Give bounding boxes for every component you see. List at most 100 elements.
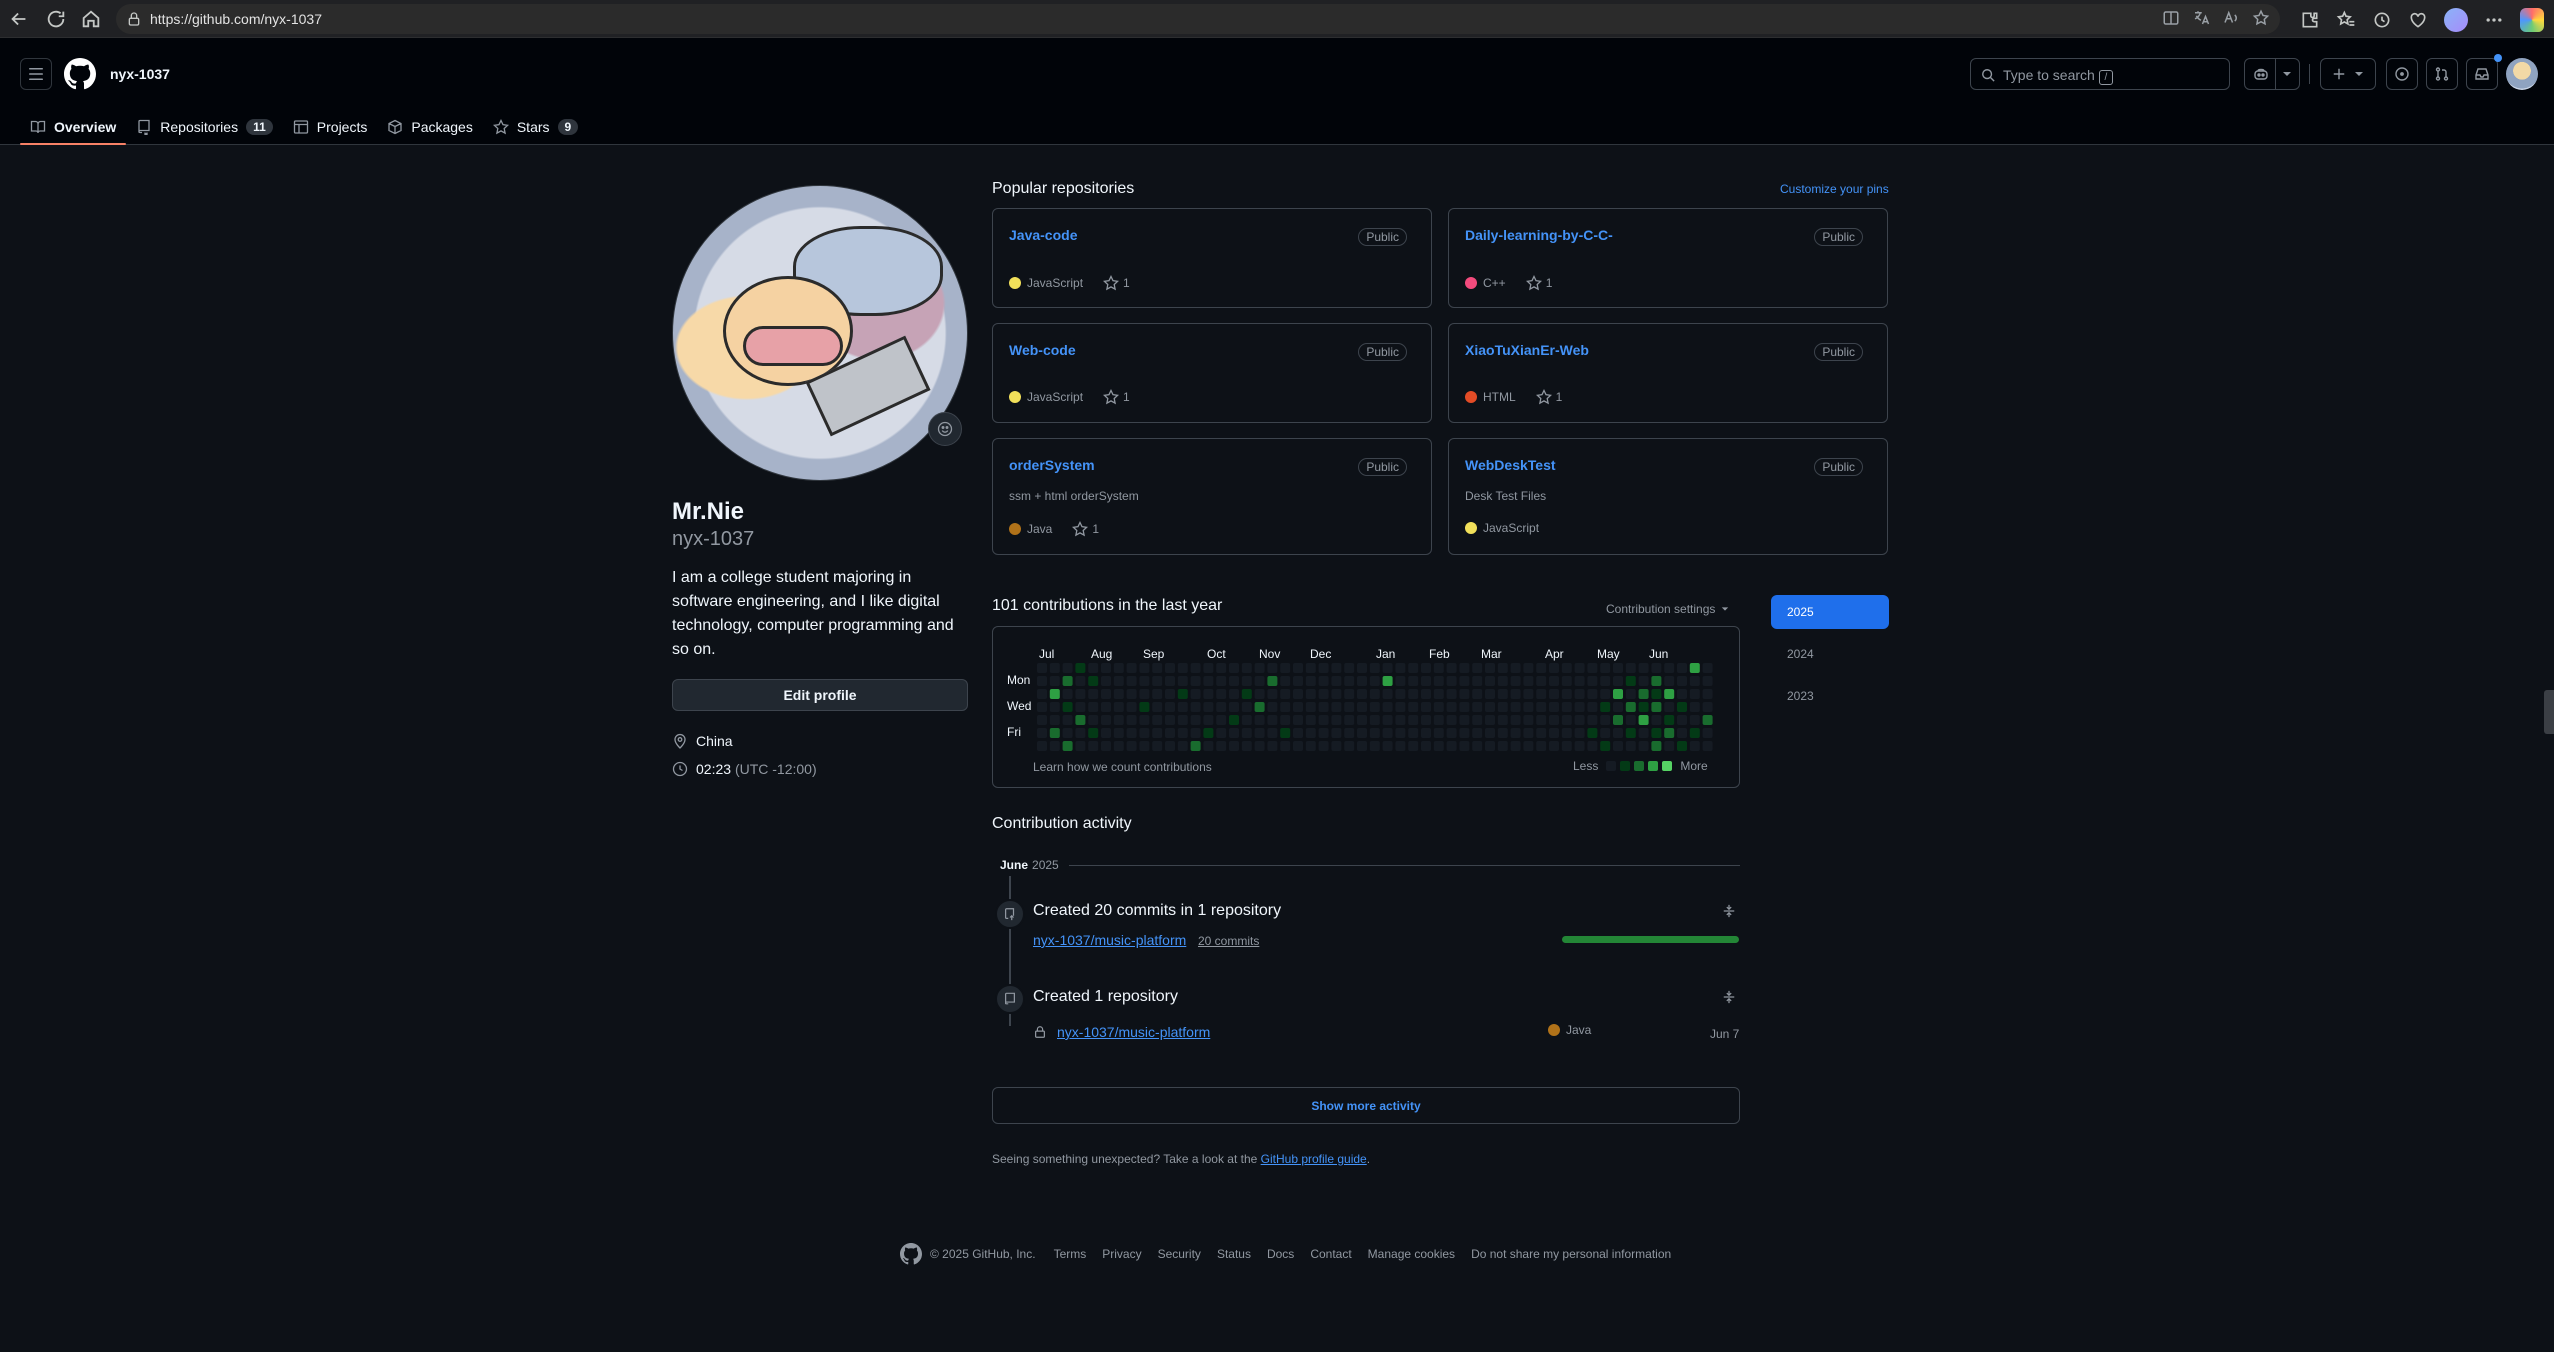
contribution-day[interactable] — [1088, 741, 1099, 751]
contribution-day[interactable] — [1241, 715, 1252, 725]
contribution-day[interactable] — [1395, 702, 1406, 712]
contribution-day[interactable] — [1357, 728, 1367, 738]
contribution-day[interactable] — [1600, 728, 1611, 738]
contribution-day[interactable] — [1536, 741, 1547, 751]
footer-link-terms[interactable]: Terms — [1054, 1247, 1087, 1261]
contribution-day[interactable] — [1472, 676, 1483, 686]
contribution-day[interactable] — [1293, 689, 1303, 699]
contribution-day[interactable] — [1382, 741, 1393, 751]
contribution-day[interactable] — [1203, 689, 1214, 699]
issues-button[interactable] — [2386, 58, 2418, 90]
contribution-day[interactable] — [1049, 715, 1060, 725]
contribution-day[interactable] — [1689, 689, 1700, 699]
favorite-star-icon[interactable] — [2252, 9, 2270, 27]
contribution-day[interactable] — [1446, 689, 1457, 699]
contribution-day[interactable] — [1497, 728, 1508, 738]
contribution-day[interactable] — [1113, 741, 1124, 751]
contribution-day[interactable] — [1305, 676, 1316, 686]
set-status-button[interactable] — [928, 412, 962, 446]
year-2023[interactable]: 2023 — [1771, 679, 1889, 713]
profile-guide-link[interactable]: GitHub profile guide — [1261, 1152, 1367, 1166]
contribution-day[interactable] — [1216, 689, 1227, 699]
contribution-day[interactable] — [1293, 676, 1303, 686]
contribution-day[interactable] — [1497, 715, 1508, 725]
translate-icon[interactable] — [2192, 9, 2210, 27]
contribution-day[interactable] — [1254, 689, 1265, 699]
contribution-day[interactable] — [1523, 715, 1534, 725]
browser-sidebar-handle[interactable] — [2544, 690, 2554, 734]
contribution-day[interactable] — [1344, 676, 1355, 686]
contribution-day[interactable] — [1037, 715, 1047, 725]
contribution-day[interactable] — [1408, 689, 1419, 699]
contribution-day[interactable] — [1523, 702, 1534, 712]
back-icon[interactable] — [8, 8, 30, 30]
contribution-day[interactable] — [1229, 689, 1239, 699]
profile-avatar[interactable] — [672, 185, 968, 481]
contribution-day[interactable] — [1485, 702, 1495, 712]
github-mark-icon[interactable] — [900, 1243, 922, 1265]
contribution-day[interactable] — [1062, 676, 1073, 686]
contribution-day[interactable] — [1062, 702, 1073, 712]
contribution-day[interactable] — [1638, 689, 1649, 699]
contribution-day[interactable] — [1165, 728, 1175, 738]
contribution-day[interactable] — [1293, 702, 1303, 712]
repo-stars-link[interactable]: 1 — [1103, 389, 1130, 405]
contribution-day[interactable] — [1433, 728, 1444, 738]
contribution-day[interactable] — [1216, 676, 1227, 686]
contribution-day[interactable] — [1421, 663, 1431, 673]
contribution-day[interactable] — [1305, 702, 1316, 712]
contribution-day[interactable] — [1280, 689, 1291, 699]
contribution-day[interactable] — [1113, 702, 1124, 712]
contribution-day[interactable] — [1459, 715, 1470, 725]
contribution-day[interactable] — [1549, 715, 1559, 725]
contribution-day[interactable] — [1229, 702, 1239, 712]
contribution-day[interactable] — [1510, 741, 1521, 751]
contribution-day[interactable] — [1446, 663, 1457, 673]
contribution-day[interactable] — [1638, 676, 1649, 686]
contribution-day[interactable] — [1331, 702, 1342, 712]
contribution-day[interactable] — [1472, 728, 1483, 738]
contribution-day[interactable] — [1280, 676, 1291, 686]
contribution-day[interactable] — [1357, 715, 1367, 725]
contribution-day[interactable] — [1139, 702, 1150, 712]
contribution-day[interactable] — [1638, 702, 1649, 712]
contribution-day[interactable] — [1382, 676, 1393, 686]
contribution-day[interactable] — [1229, 715, 1239, 725]
contribution-day[interactable] — [1497, 741, 1508, 751]
contribution-day[interactable] — [1510, 676, 1521, 686]
commit-repo-link[interactable]: nyx-1037/music-platform — [1033, 932, 1186, 948]
contribution-day[interactable] — [1280, 728, 1291, 738]
contribution-day[interactable] — [1075, 702, 1086, 712]
contribution-day[interactable] — [1344, 689, 1355, 699]
contribution-day[interactable] — [1395, 663, 1406, 673]
contribution-day[interactable] — [1561, 702, 1572, 712]
contribution-day[interactable] — [1536, 715, 1547, 725]
contribution-day[interactable] — [1549, 728, 1559, 738]
contribution-day[interactable] — [1126, 676, 1137, 686]
contribution-day[interactable] — [1523, 741, 1534, 751]
contribution-day[interactable] — [1472, 715, 1483, 725]
contribution-day[interactable] — [1305, 689, 1316, 699]
contribution-day[interactable] — [1510, 663, 1521, 673]
contribution-day[interactable] — [1088, 728, 1099, 738]
contribution-day[interactable] — [1139, 689, 1150, 699]
contribution-day[interactable] — [1433, 715, 1444, 725]
contribution-day[interactable] — [1600, 689, 1611, 699]
contribution-day[interactable] — [1408, 702, 1419, 712]
contribution-day[interactable] — [1613, 715, 1623, 725]
contribution-day[interactable] — [1664, 715, 1675, 725]
contribution-day[interactable] — [1587, 663, 1598, 673]
contribution-day[interactable] — [1677, 728, 1687, 738]
contribution-day[interactable] — [1203, 728, 1214, 738]
contribution-day[interactable] — [1702, 728, 1713, 738]
contribution-day[interactable] — [1613, 676, 1623, 686]
contribution-day[interactable] — [1485, 689, 1495, 699]
edit-profile-button[interactable]: Edit profile — [672, 679, 968, 711]
contribution-day[interactable] — [1344, 702, 1355, 712]
contribution-day[interactable] — [1433, 702, 1444, 712]
reload-icon[interactable] — [45, 8, 67, 30]
more-menu-icon[interactable] — [2484, 10, 2504, 30]
contribution-day[interactable] — [1689, 663, 1700, 673]
contribution-day[interactable] — [1574, 728, 1585, 738]
contribution-day[interactable] — [1241, 676, 1252, 686]
